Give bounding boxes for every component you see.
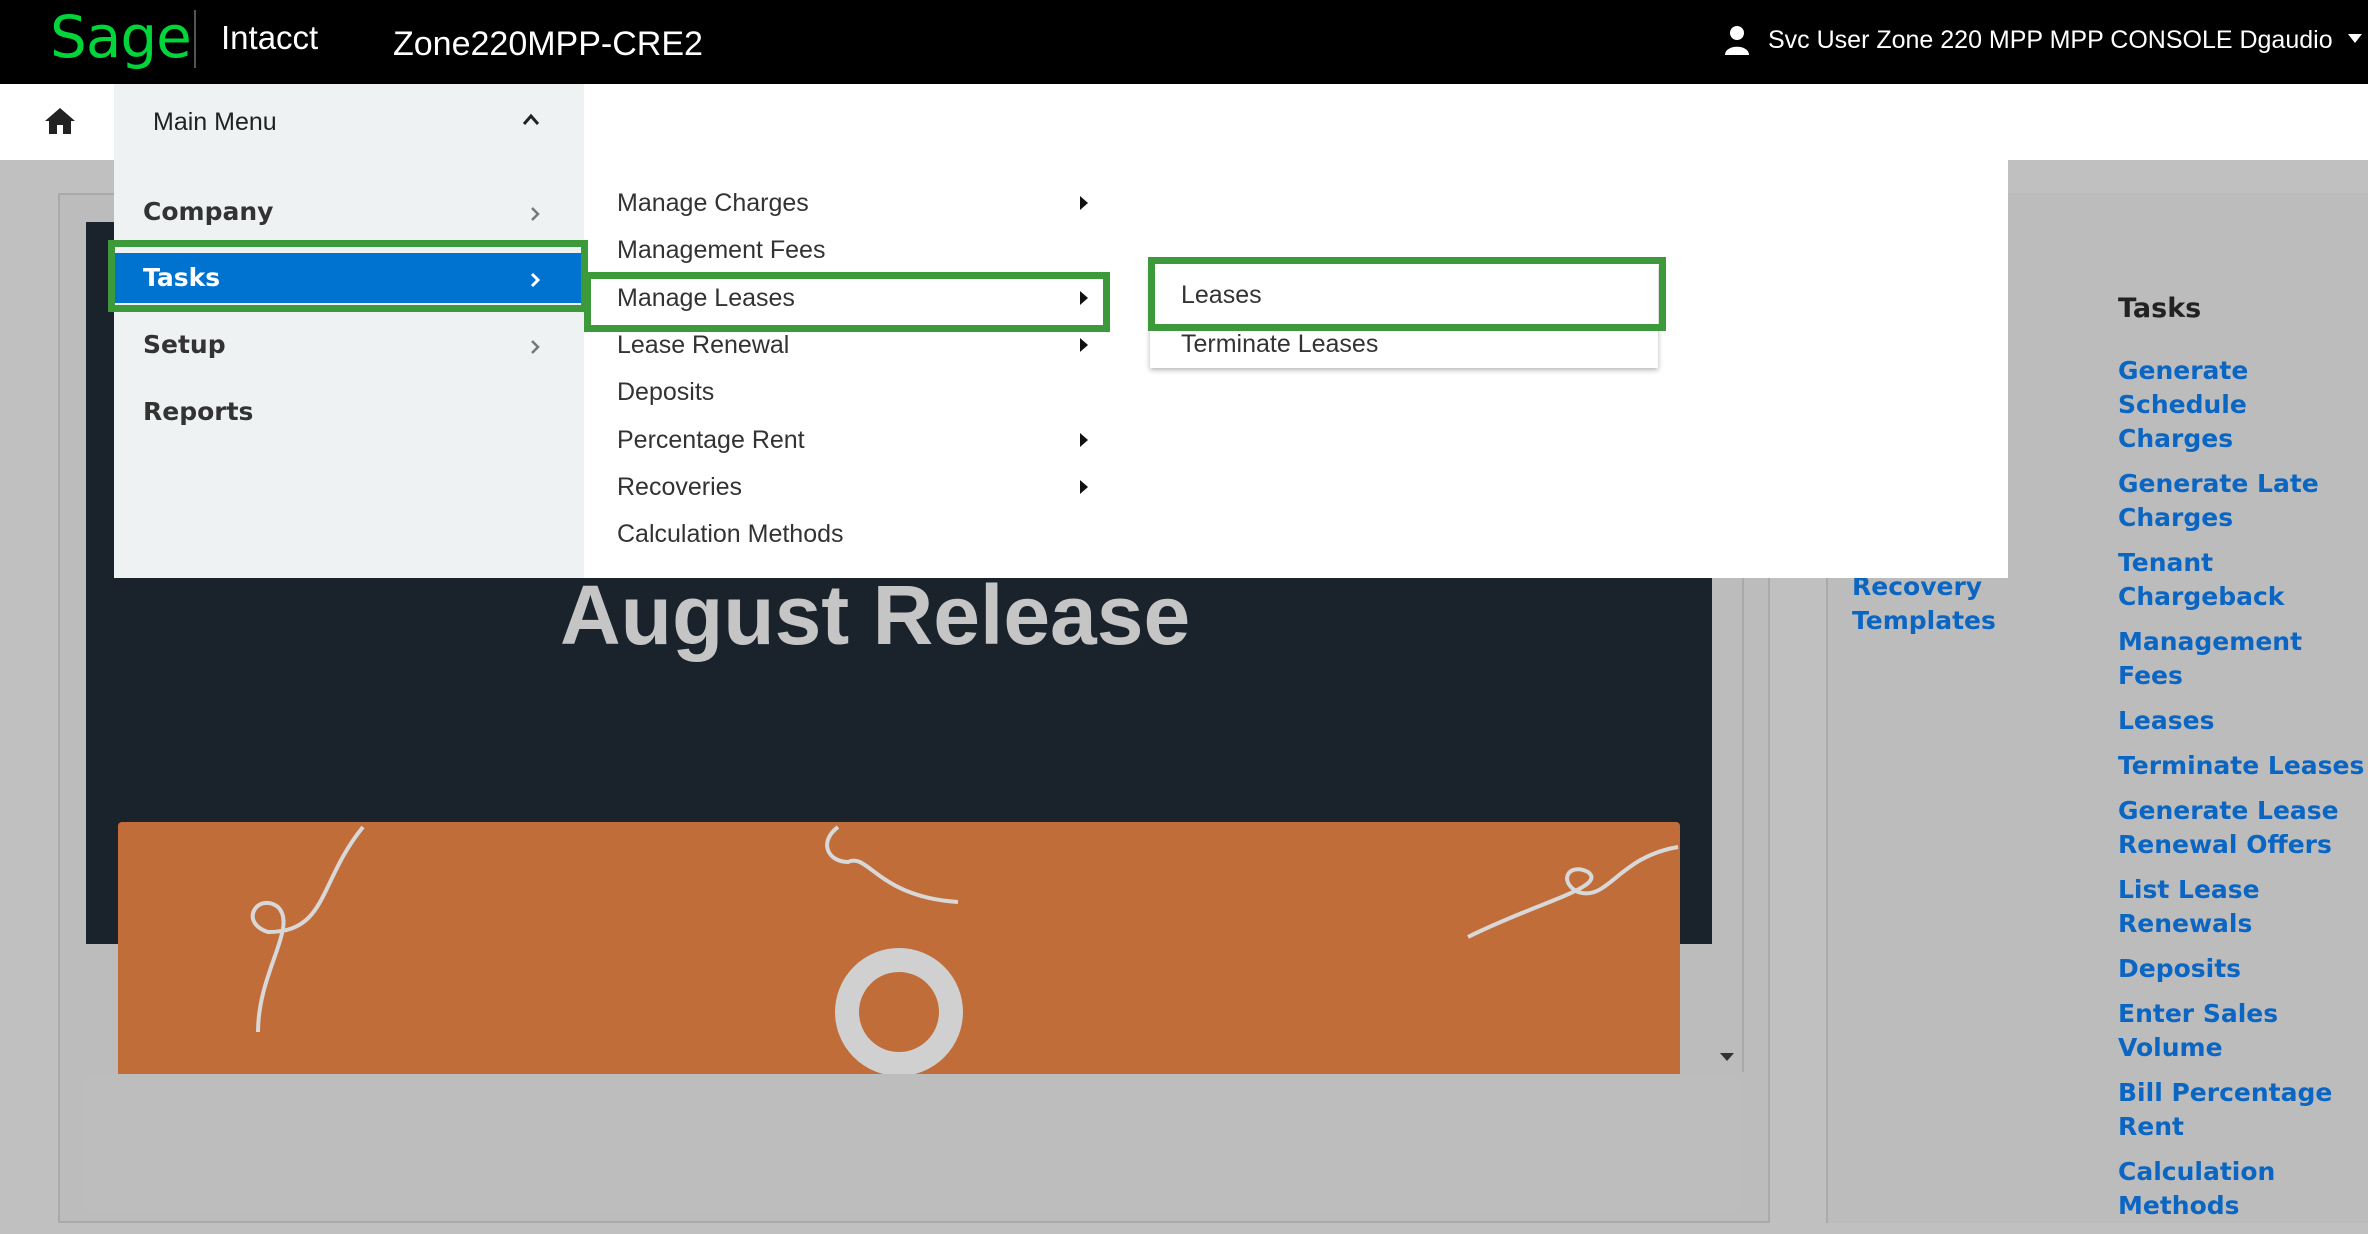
menu-item-label: Deposits (617, 378, 715, 406)
menu-item-label: Manage Charges (617, 189, 809, 217)
menu-item-calculation-methods[interactable]: Calculation Methods (584, 513, 1104, 557)
menu-item-recoveries[interactable]: Recoveries (584, 466, 1104, 510)
menu-item-label: Setup (143, 330, 226, 359)
menu-item-manage-charges[interactable]: Manage Charges (584, 182, 1104, 226)
menu-item-manage-leases[interactable]: Manage Leases (584, 277, 1104, 321)
task-link[interactable]: Leases (2118, 704, 2368, 738)
menu-item-label: Leases (1181, 281, 1262, 309)
task-link[interactable]: List Lease Renewals (2118, 873, 2368, 941)
tasks-links-list: Generate Schedule Charges Generate Late … (2118, 354, 2368, 1234)
menu-item-leases[interactable]: Leases (1150, 274, 1658, 320)
celebration-panel (118, 822, 1680, 1074)
home-icon[interactable] (44, 106, 76, 136)
task-link[interactable]: Generate Schedule Charges (2118, 354, 2368, 456)
sage-logo[interactable]: Sage (50, 2, 192, 72)
chevron-right-icon (531, 207, 540, 221)
menu-item-label: Tasks (143, 263, 221, 292)
caret-right-icon (1080, 433, 1088, 447)
menu-item-deposits[interactable]: Deposits (584, 371, 1104, 415)
product-name: Intacct (221, 19, 319, 56)
task-link[interactable]: Generate Late Charges (2118, 467, 2368, 535)
caret-down-icon[interactable] (2348, 34, 2362, 43)
confetti-graphic (250, 825, 1679, 1074)
menu-item-label: Management Fees (617, 236, 826, 264)
menu-item-label: Percentage Rent (617, 426, 805, 454)
menu-item-label: Lease Renewal (617, 331, 790, 359)
menu-item-lease-renewal[interactable]: Lease Renewal (584, 324, 1104, 368)
task-link[interactable]: Management Fees (2118, 625, 2368, 693)
caret-right-icon (1080, 291, 1088, 305)
menu-item-tasks[interactable]: Tasks (114, 253, 584, 303)
menu-item-label: Reports (143, 397, 254, 426)
main-menu-label: Main Menu (153, 108, 277, 136)
banner-title: August Release (560, 568, 1191, 662)
menu-item-label: Manage Leases (617, 284, 795, 312)
menu-item-setup[interactable]: Setup (114, 320, 584, 370)
menu-item-reports[interactable]: Reports (114, 387, 584, 437)
menu-item-label: Terminate Leases (1181, 330, 1379, 358)
task-link[interactable]: Generate Lease Renewal Offers (2118, 794, 2368, 862)
chevron-right-icon (531, 340, 540, 354)
task-link[interactable]: Calculation Methods (2118, 1155, 2368, 1223)
task-link[interactable]: Bill Percentage Rent (2118, 1076, 2368, 1144)
user-menu[interactable]: Svc User Zone 220 MPP MPP CONSOLE Dgaudi… (1768, 24, 2333, 56)
menu-item-percentage-rent[interactable]: Percentage Rent (584, 419, 1104, 463)
recovery-templates-link[interactable]: Recovery Templates (1852, 570, 2112, 638)
task-link[interactable]: Enter Sales Volume (2118, 997, 2368, 1065)
page-footer-area (86, 1074, 1742, 1214)
task-link[interactable]: Terminate Leases (2118, 749, 2368, 783)
chevron-up-icon[interactable] (521, 112, 541, 126)
caret-right-icon (1080, 480, 1088, 494)
tasks-heading: Tasks (2118, 293, 2202, 324)
task-link[interactable]: Deposits (2118, 952, 2368, 986)
task-link[interactable]: Tenant Chargeback (2118, 546, 2368, 614)
menu-item-company[interactable]: Company (114, 187, 584, 237)
menu-item-label: Calculation Methods (617, 520, 844, 548)
scroll-down-icon[interactable] (1720, 1053, 1734, 1061)
chevron-right-icon (530, 272, 541, 288)
caret-right-icon (1080, 196, 1088, 210)
user-icon (1725, 26, 1749, 55)
caret-right-icon (1080, 338, 1088, 352)
company-name[interactable]: Zone220MPP-CRE2 (393, 24, 703, 64)
menu-item-terminate-leases[interactable]: Terminate Leases (1150, 323, 1658, 369)
menu-item-management-fees[interactable]: Management Fees (584, 229, 1104, 273)
logo-divider (194, 10, 196, 68)
menu-item-label: Recoveries (617, 473, 743, 501)
menu-item-label: Company (143, 197, 274, 226)
